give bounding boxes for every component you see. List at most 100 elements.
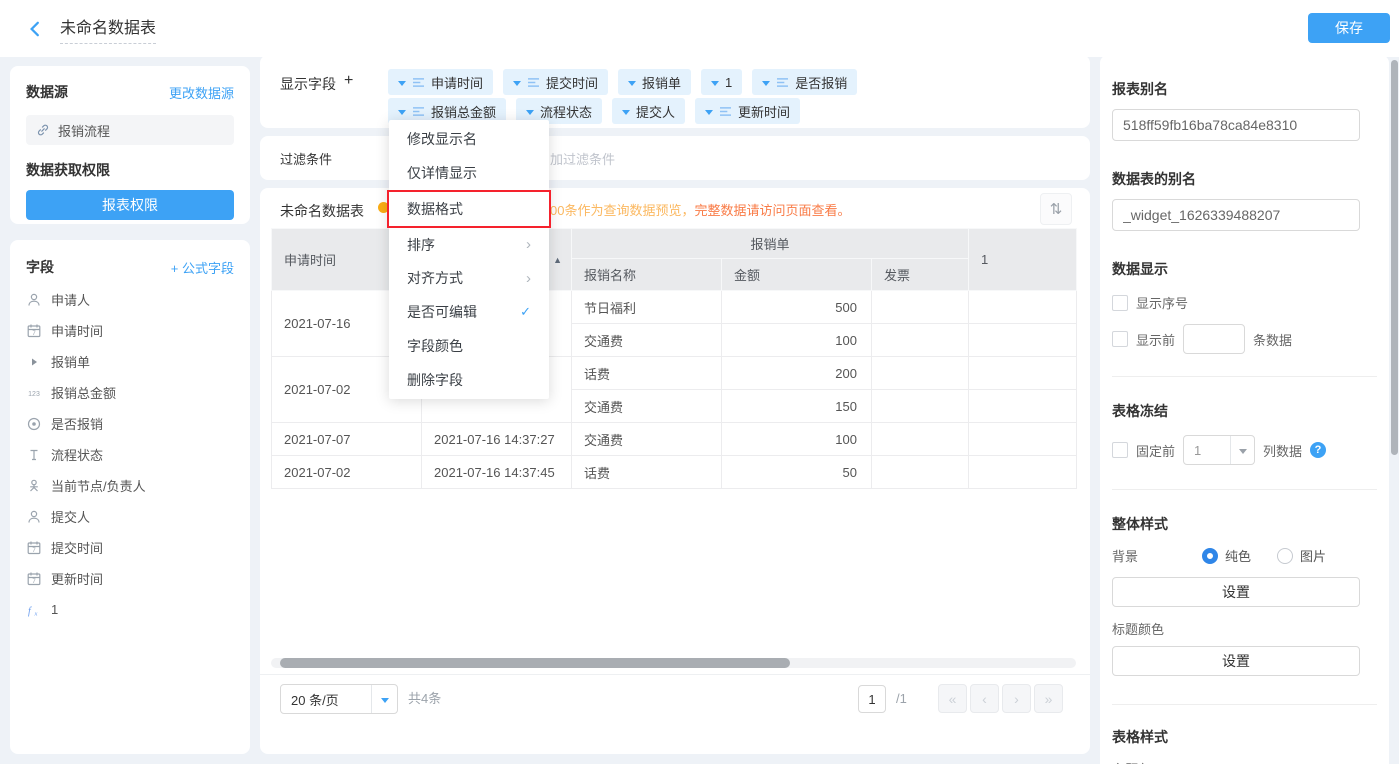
chevron-down-icon[interactable] xyxy=(1230,436,1254,464)
change-datasource-link[interactable]: 更改数据源 xyxy=(169,83,234,102)
field-item-submitter[interactable]: 提交人 xyxy=(26,501,234,532)
caret-right-icon xyxy=(26,354,42,370)
display-fields-label: 显示字段 xyxy=(280,74,336,94)
column-group-expense-form[interactable]: 报销单 xyxy=(572,229,969,259)
column-header-amount[interactable]: 金额 xyxy=(722,259,872,291)
preview-panel: 未命名数据表 00条作为查询数据预览，完整数据请访问页面查看。 ⇅ 申请时间 提… xyxy=(260,188,1090,754)
solid-color-radio[interactable]: 纯色 xyxy=(1202,546,1251,565)
chevron-down-icon[interactable] xyxy=(711,81,719,86)
show-first-checkbox[interactable] xyxy=(1112,331,1128,347)
field-item-expense-form[interactable]: 报销单 xyxy=(26,346,234,377)
sort-arrows-icon: ⇅ xyxy=(1050,200,1063,218)
field-item-is-reimbursed[interactable]: 是否报销 xyxy=(26,408,234,439)
datasource-item[interactable]: 报销流程 xyxy=(26,115,234,145)
cell-amount: 100 xyxy=(722,423,872,456)
title-color-setting-button[interactable]: 设置 xyxy=(1112,646,1360,676)
field-item-submit-time[interactable]: 7 提交时间 xyxy=(26,532,234,563)
table-alias-input[interactable] xyxy=(1112,199,1360,231)
field-item-total-amount[interactable]: 123 报销总金额 xyxy=(26,377,234,408)
field-item-process-status[interactable]: 流程状态 xyxy=(26,439,234,470)
menu-item-delete-field[interactable]: 删除字段 xyxy=(389,363,549,397)
background-setting-button[interactable]: 设置 xyxy=(1112,577,1360,607)
field-chip-label: 流程状态 xyxy=(540,102,592,121)
prev-page-button[interactable]: ‹ xyxy=(970,684,999,713)
back-button[interactable] xyxy=(22,16,48,42)
page-size-value: 20 条/页 xyxy=(281,690,371,709)
person-node-icon xyxy=(26,478,42,494)
chevron-down-icon[interactable] xyxy=(622,110,630,115)
column-header-expense-name[interactable]: 报销名称 xyxy=(572,259,722,291)
field-item-label: 更新时间 xyxy=(51,569,103,588)
chevron-down-icon[interactable] xyxy=(398,81,406,86)
menu-item-rename[interactable]: 修改显示名 xyxy=(389,122,549,156)
pagination: 20 条/页 共4条 /1 « ‹ › » xyxy=(260,684,1090,714)
menu-item-sort[interactable]: 排序› xyxy=(389,228,549,262)
last-page-button[interactable]: » xyxy=(1034,684,1063,713)
field-item-update-time[interactable]: 7 更新时间 xyxy=(26,563,234,594)
row-limit-input[interactable] xyxy=(1183,324,1245,354)
add-formula-field-link[interactable]: + 公式字段 xyxy=(171,258,234,277)
next-page-button[interactable]: › xyxy=(1002,684,1031,713)
field-item-label: 提交人 xyxy=(51,507,90,526)
settings-panel: 报表别名 数据表的别名 数据显示 显示序号 显示前 条数据 表格冻结 固定前 1… xyxy=(1100,55,1389,764)
horizontal-scrollbar-thumb[interactable] xyxy=(280,658,790,668)
menu-item-field-color[interactable]: 字段颜色 xyxy=(389,329,549,363)
column-sort-button[interactable]: ⇅ xyxy=(1040,193,1072,225)
report-permission-button[interactable]: 报表权限 xyxy=(26,190,234,220)
menu-item-data-format[interactable]: 数据格式 xyxy=(387,190,551,228)
cell-amount: 150 xyxy=(722,390,872,423)
save-button[interactable]: 保存 xyxy=(1308,13,1390,43)
report-alias-input[interactable] xyxy=(1112,109,1360,141)
show-index-checkbox[interactable] xyxy=(1112,295,1128,311)
total-count-label: 共4条 xyxy=(408,684,441,714)
theme-color-label: 主题色 xyxy=(1112,759,1361,764)
cell-expense-name: 话费 xyxy=(572,456,722,489)
chevron-down-icon[interactable] xyxy=(762,81,770,86)
menu-item-editable[interactable]: 是否可编辑✓ xyxy=(389,295,549,329)
field-chip-label: 是否报销 xyxy=(795,73,847,92)
field-chip-is-reimbursed[interactable]: 是否报销 xyxy=(752,69,857,95)
field-chip-expense-form[interactable]: 报销单 xyxy=(618,69,691,95)
menu-item-detail-only[interactable]: 仅详情显示 xyxy=(389,156,549,190)
notice-text-dark: 完整数据请访问页面查看。 xyxy=(694,203,850,218)
field-item-applicant[interactable]: 申请人 xyxy=(26,284,234,315)
help-icon[interactable]: ? xyxy=(1310,442,1326,458)
field-chip-formula-1[interactable]: 1 xyxy=(701,69,742,95)
chevron-down-icon[interactable] xyxy=(705,110,713,115)
field-context-menu: 修改显示名 仅详情显示 数据格式 排序› 对齐方式› 是否可编辑✓ 字段颜色 删… xyxy=(389,120,549,399)
freeze-count-select[interactable]: 1 xyxy=(1183,435,1255,465)
field-chip-update-time[interactable]: 更新时间 xyxy=(695,98,800,124)
add-display-field-button[interactable]: + xyxy=(344,74,353,88)
add-filter-link[interactable]: 加过滤条件 xyxy=(550,149,615,168)
chevron-down-icon[interactable] xyxy=(513,81,521,86)
field-item-apply-time[interactable]: 7 申请时间 xyxy=(26,315,234,346)
first-page-button[interactable]: « xyxy=(938,684,967,713)
svg-text:f: f xyxy=(28,606,32,617)
title-color-label: 标题颜色 xyxy=(1112,619,1361,638)
chevron-down-icon[interactable] xyxy=(526,110,534,115)
page-size-select[interactable]: 20 条/页 xyxy=(280,684,398,714)
chevron-down-icon[interactable] xyxy=(628,81,636,86)
field-item-current-node[interactable]: 当前节点/负责人 xyxy=(26,470,234,501)
horizontal-scrollbar[interactable] xyxy=(271,658,1076,668)
field-chip-submit-time[interactable]: 提交时间 xyxy=(503,69,608,95)
vertical-scrollbar-thumb[interactable] xyxy=(1391,60,1398,455)
rows-suffix-label: 条数据 xyxy=(1253,330,1292,349)
divider xyxy=(260,674,1090,675)
svg-text:123: 123 xyxy=(28,391,40,398)
field-item-formula-1[interactable]: fx 1 xyxy=(26,594,234,625)
align-left-icon xyxy=(412,77,425,88)
field-chip-submitter[interactable]: 提交人 xyxy=(612,98,685,124)
chevron-down-icon[interactable] xyxy=(371,685,397,713)
chevron-down-icon[interactable] xyxy=(398,110,406,115)
page-number-input[interactable] xyxy=(858,685,886,713)
menu-item-alignment[interactable]: 对齐方式› xyxy=(389,262,549,296)
column-header-formula-1[interactable]: 1 xyxy=(969,229,1077,291)
table-row: 2021-07-02 2021-07-16 14:37:45 话费 50 xyxy=(272,456,1077,489)
field-chip-apply-time[interactable]: 申请时间 xyxy=(388,69,493,95)
formula-icon: fx xyxy=(26,602,42,618)
image-radio[interactable]: 图片 xyxy=(1277,546,1326,565)
cell-invoice xyxy=(872,456,969,489)
freeze-checkbox[interactable] xyxy=(1112,442,1128,458)
column-header-invoice[interactable]: 发票 xyxy=(872,259,969,291)
